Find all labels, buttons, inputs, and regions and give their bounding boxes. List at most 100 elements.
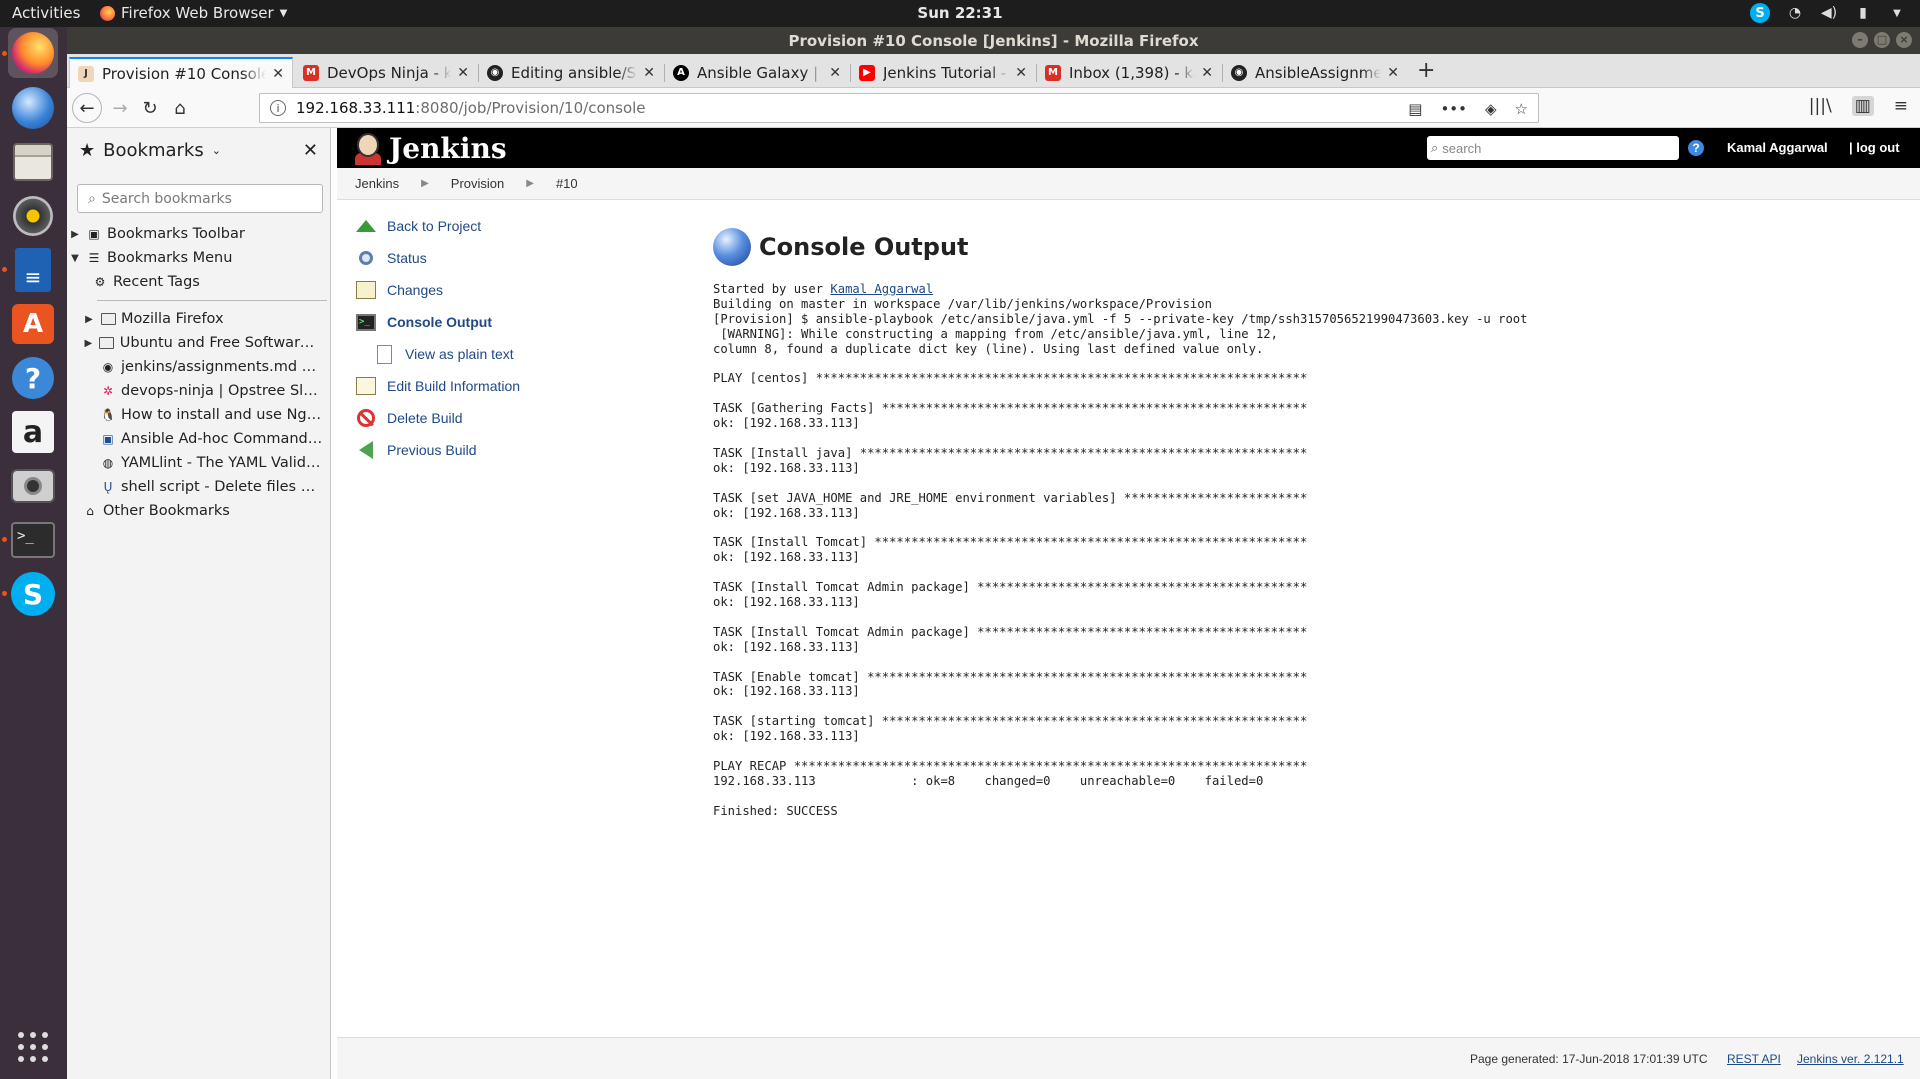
new-tab-button[interactable]: + <box>1417 58 1435 83</box>
clock[interactable]: Sun 22:31 <box>917 4 1002 22</box>
user-link[interactable]: Kamal Aggarwal <box>1727 140 1828 155</box>
task-delete-build[interactable]: Delete Build <box>355 402 520 434</box>
close-icon[interactable]: ✕ <box>457 65 469 81</box>
task-status[interactable]: Status <box>355 242 520 274</box>
jenkins-logo[interactable]: Jenkins <box>353 131 507 165</box>
bookmark-star-icon[interactable]: ☆ <box>1515 100 1528 118</box>
library-icon[interactable]: |||\ <box>1809 96 1832 116</box>
breadcrumb-provision[interactable]: Provision <box>451 176 504 191</box>
bookmark-folder-ubuntu[interactable]: ▶ Ubuntu and Free Software links <box>67 331 331 355</box>
running-indicator <box>2 267 7 272</box>
bookmark-item[interactable]: ◉ jenkins/assignments.md at master <box>67 355 331 379</box>
jenkins-version-link[interactable]: Jenkins ver. 2.121.1 <box>1797 1052 1904 1066</box>
volume-icon[interactable]: ◀) <box>1820 4 1838 22</box>
twisty-expanded-icon[interactable]: ▼ <box>69 253 81 264</box>
breadcrumb-jenkins[interactable]: Jenkins <box>355 176 399 191</box>
close-icon[interactable]: ✕ <box>1201 65 1213 81</box>
url-bar[interactable]: i 192.168.33.111:8080/job/Provision/10/c… <box>259 93 1539 123</box>
dock-files[interactable] <box>8 137 58 187</box>
wifi-icon[interactable]: ◔ <box>1786 4 1804 22</box>
skype-icon: S <box>11 572 55 616</box>
bookmark-folder-mozilla[interactable]: ▶ Mozilla Firefox <box>67 307 331 331</box>
console-line: TASK [Install Tomcat Admin package] ****… <box>713 580 1308 595</box>
twisty-collapsed-icon[interactable]: ▶ <box>83 314 95 325</box>
close-window-button[interactable]: × <box>1896 32 1912 48</box>
tab-ansible-galaxy[interactable]: A Ansible Galaxy | alexandre ✕ <box>665 57 849 88</box>
close-sidebar-button[interactable]: ✕ <box>303 140 318 161</box>
tab-inbox[interactable]: M Inbox (1,398) - kamalaggarwal ✕ <box>1037 57 1221 88</box>
app-menu[interactable]: Firefox Web Browser ▼ <box>100 4 287 22</box>
dock-writer[interactable]: ≡ <box>8 245 58 295</box>
dock-terminal[interactable]: >_ <box>8 515 58 565</box>
reader-view-icon[interactable]: ▤ <box>1408 100 1422 118</box>
battery-icon[interactable]: ▮ <box>1854 4 1872 22</box>
activities-button[interactable]: Activities <box>12 4 80 22</box>
twisty-collapsed-icon[interactable]: ▶ <box>69 229 81 240</box>
bookmark-folder-toolbar[interactable]: ▶ ▣ Bookmarks Toolbar <box>67 222 331 246</box>
bookmark-item[interactable]: 🐧 How to install and use Nginx on CentOS… <box>67 403 331 427</box>
close-icon[interactable]: ✕ <box>272 66 284 82</box>
chevron-right-icon[interactable]: ▶ <box>526 178 534 189</box>
tab-ansible-assignment[interactable]: ◉ AnsibleAssignment/tomcat ✕ <box>1223 57 1407 88</box>
task-previous-build[interactable]: Previous Build <box>355 434 520 466</box>
help-icon[interactable]: ? <box>1688 140 1704 156</box>
minimize-button[interactable]: – <box>1852 32 1868 48</box>
back-button[interactable]: ← <box>72 93 102 123</box>
sidebar-toggle-icon[interactable]: ▥ <box>1851 96 1874 116</box>
bookmark-item[interactable]: Ų shell script - Delete files older than <box>67 475 331 499</box>
dock-help[interactable]: ? <box>8 353 58 403</box>
chevron-down-icon[interactable]: ▼ <box>1888 4 1906 22</box>
bookmark-recent-tags[interactable]: ⚙ Recent Tags <box>67 270 331 294</box>
tab-devops-ninja[interactable]: M DevOps Ninja - kamal.aggarwal ✕ <box>295 57 477 88</box>
dock-software[interactable]: A <box>8 299 58 349</box>
close-icon[interactable]: ✕ <box>829 65 841 81</box>
task-edit-build-info[interactable]: Edit Build Information <box>355 370 520 402</box>
sidebar-header[interactable]: ★ Bookmarks ⌄ <box>79 140 221 161</box>
chevron-right-icon[interactable]: ▶ <box>421 178 429 189</box>
dock-firefox[interactable] <box>8 28 58 78</box>
breadcrumb-build[interactable]: #10 <box>556 176 578 191</box>
console-line: ok: [192.168.33.113] <box>713 416 860 431</box>
show-applications-icon[interactable] <box>18 1032 48 1062</box>
close-icon[interactable]: ✕ <box>1387 65 1399 81</box>
home-button[interactable]: ⌂ <box>167 95 193 121</box>
dock-camera[interactable] <box>8 461 58 511</box>
task-console-output[interactable]: >_ Console Output <box>355 306 520 338</box>
task-back-to-project[interactable]: Back to Project <box>355 210 520 242</box>
dock-amazon[interactable]: a <box>8 407 58 457</box>
tab-label: Ansible Galaxy | alexandre <box>697 63 823 82</box>
system-tray[interactable]: S ◔ ◀) ▮ ▼ <box>1750 3 1906 23</box>
page-actions-icon[interactable]: ••• <box>1440 100 1467 118</box>
bookmark-folder-other[interactable]: ⌂ Other Bookmarks <box>67 499 331 523</box>
tab-jenkins-tutorial[interactable]: ▶ Jenkins Tutorial - Part 04 ✕ <box>851 57 1035 88</box>
logout-link[interactable]: | log out <box>1849 140 1900 155</box>
main-panel: Console Output Started by user Kamal Agg… <box>713 228 1893 819</box>
close-icon[interactable]: ✕ <box>643 65 655 81</box>
bookmark-item[interactable]: ▣ Ansible Ad-hoc Commands | Ansible <box>67 427 331 451</box>
jenkins-search-input[interactable]: ⌕ search <box>1427 136 1679 160</box>
terminal-icon: >_ <box>11 522 55 558</box>
console-output[interactable]: Started by user Kamal Aggarwal Building … <box>713 282 1893 819</box>
reload-button[interactable]: ↻ <box>137 95 163 121</box>
hamburger-menu-icon[interactable]: ≡ <box>1894 96 1908 116</box>
twisty-collapsed-icon[interactable]: ▶ <box>83 338 94 349</box>
pocket-icon[interactable]: ◈ <box>1485 100 1497 118</box>
console-user-link[interactable]: Kamal Aggarwal <box>830 282 933 296</box>
bookmark-item[interactable]: ✲ devops-ninja | Opstree Slack <box>67 379 331 403</box>
bookmark-folder-menu[interactable]: ▼ ☰ Bookmarks Menu <box>67 246 331 270</box>
task-changes[interactable]: Changes <box>355 274 520 306</box>
tab-editing-ansible[interactable]: ◉ Editing ansible/Solutions ✕ <box>479 57 663 88</box>
rest-api-link[interactable]: REST API <box>1727 1052 1781 1066</box>
forward-button[interactable]: → <box>107 95 133 121</box>
bookmarks-search-input[interactable]: ⌕ Search bookmarks <box>77 184 323 213</box>
skype-tray-icon[interactable]: S <box>1750 3 1770 23</box>
maximize-button[interactable]: □ <box>1874 32 1890 48</box>
dock-rhythmbox[interactable] <box>8 191 58 241</box>
bookmark-item[interactable]: ◍ YAMLlint - The YAML Validator <box>67 451 331 475</box>
close-icon[interactable]: ✕ <box>1015 65 1027 81</box>
tab-jenkins-console[interactable]: J Provision #10 Console [Jenkins] ✕ <box>69 57 293 88</box>
site-info-icon[interactable]: i <box>270 100 286 116</box>
dock-thunderbird[interactable] <box>8 83 58 133</box>
dock-skype[interactable]: S <box>8 569 58 619</box>
task-view-plain-text[interactable]: View as plain text <box>355 338 520 370</box>
